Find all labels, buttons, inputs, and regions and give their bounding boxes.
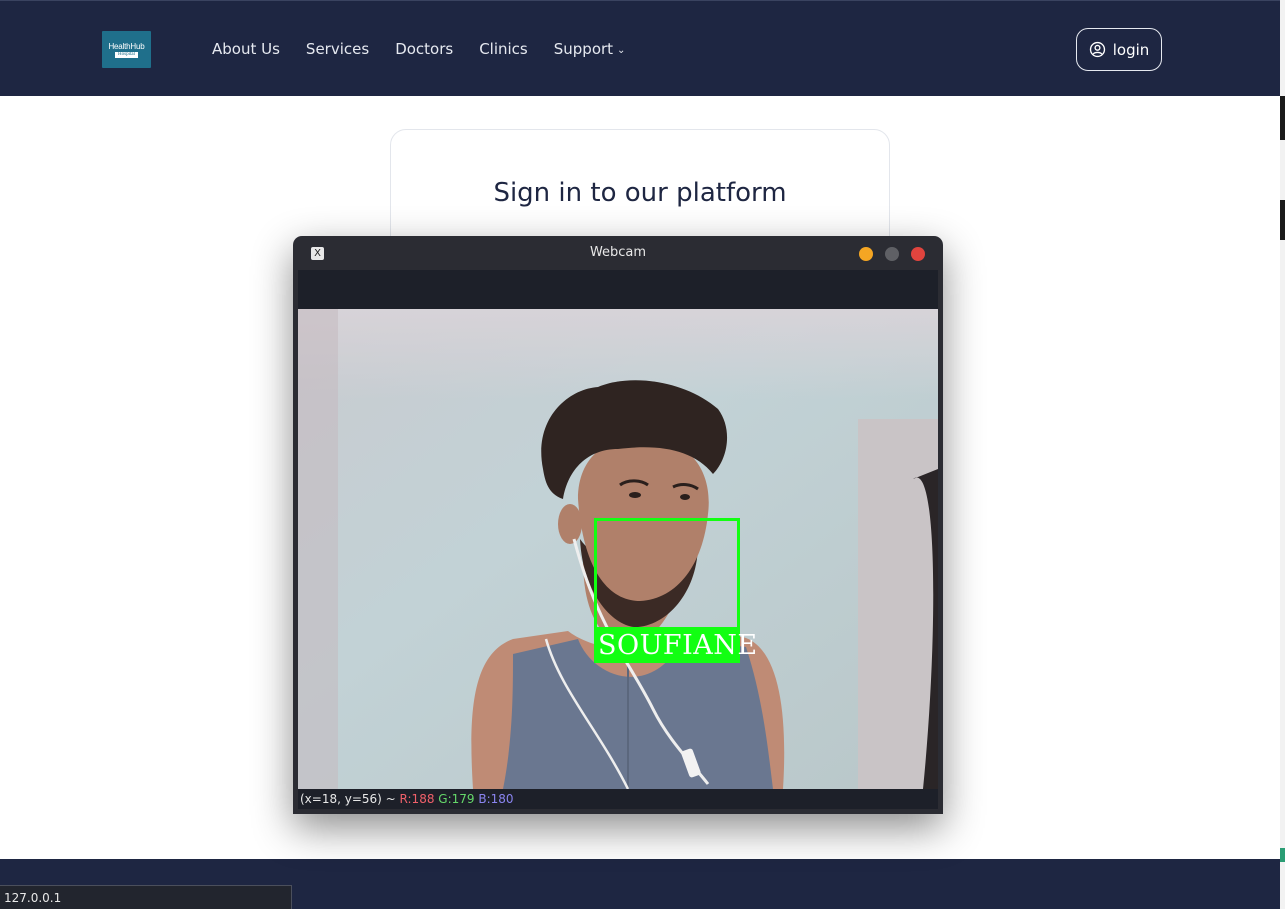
webcam-toolbar (298, 270, 938, 309)
webcam-feed[interactable]: SOUFIANE (298, 309, 938, 789)
webcam-window: X Webcam SOUFIANE (x=18, y=56) ~ R:188 G… (293, 236, 943, 814)
nav-link-about-us[interactable]: About Us (212, 39, 280, 61)
scrollbar-thumb[interactable] (1280, 96, 1285, 140)
minimize-button[interactable] (859, 247, 873, 261)
pixel-blue-value: B:180 (478, 792, 514, 806)
browser-status-url: 127.0.0.1 (0, 885, 292, 909)
nav-link-clinics[interactable]: Clinics (479, 39, 528, 61)
logo-text: HealthHub (108, 41, 145, 51)
top-navbar: HealthHub Hospital About Us Services Doc… (0, 0, 1280, 96)
window-title: Webcam (589, 245, 647, 260)
user-circle-icon (1089, 41, 1105, 58)
pixel-red-value: R:188 (399, 792, 435, 806)
nav-link-support-label: Support (553, 40, 614, 58)
scrollbar-marker (1280, 200, 1285, 240)
scrollbar-accent (1280, 848, 1285, 862)
login-label: login (1112, 40, 1150, 59)
close-button[interactable] (911, 247, 925, 261)
logo-subtext: Hospital (115, 51, 138, 58)
nav-link-doctors[interactable]: Doctors (395, 39, 453, 61)
hospital-logo[interactable]: HealthHub Hospital (102, 31, 151, 68)
webcam-statusbar: (x=18, y=56) ~ R:188 G:179 B:180 (298, 789, 938, 809)
face-label-name: SOUFIANE (598, 630, 758, 661)
maximize-button[interactable] (885, 247, 899, 261)
chevron-down-icon: ⌄ (617, 45, 626, 56)
login-button[interactable]: login (1076, 28, 1162, 71)
nav-link-services[interactable]: Services (306, 39, 369, 61)
window-titlebar[interactable]: X Webcam (293, 236, 943, 270)
nav-links: About Us Services Doctors Clinics Suppor… (212, 39, 651, 61)
cursor-coordinates: (x=18, y=56) ~ (300, 792, 396, 806)
nav-link-support-dropdown[interactable]: Support ⌄ (554, 39, 626, 61)
sign-in-title: Sign in to our platform (493, 178, 787, 208)
pixel-green-value: G:179 (438, 792, 475, 806)
